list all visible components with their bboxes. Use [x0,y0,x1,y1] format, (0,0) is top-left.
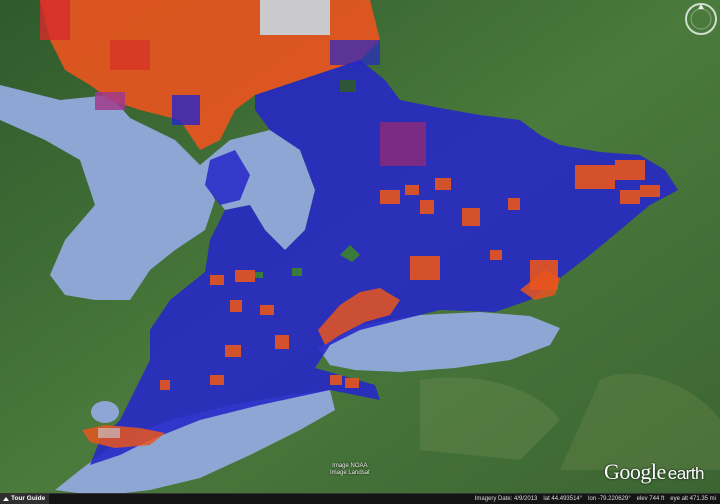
data-overlay-blue [330,40,380,65]
map-viewport[interactable]: Image NOAA Image Landsat Google earth Tou… [0,0,720,504]
tour-guide-button[interactable]: Tour Guide [0,494,50,504]
overlay-null-region [98,428,120,438]
credit-line: Image Landsat [330,470,370,476]
data-overlay-green [340,80,356,92]
logo-word-google: Google [604,459,666,484]
status-fields: Imagery Date: 4/9/2013 lat 44.493514° lo… [475,494,716,504]
tour-guide-label: Tour Guide [11,495,46,502]
lake-st-clair [91,401,119,423]
data-overlay-green [255,272,263,278]
elevation-readout: elev 744 ft [636,496,665,502]
logo-word-earth: earth [667,464,705,483]
data-overlay-purple [95,92,125,110]
google-earth-logo: Google earth [604,459,705,485]
latitude-readout: lat 44.493514° [543,496,583,502]
data-overlay-red [110,40,150,70]
data-overlay-blue [172,95,200,125]
eye-altitude-readout: eye alt 471.35 mi [670,496,716,502]
imagery-credits: Image NOAA Image Landsat [330,463,370,477]
data-overlay-purple [380,122,426,166]
chevron-up-icon [3,497,9,501]
data-overlay-green [292,268,302,276]
earth-map[interactable] [0,0,720,504]
credit-line: Image NOAA [332,463,368,469]
imagery-date: Imagery Date: 4/9/2013 [474,496,538,502]
data-overlay-red [40,0,70,40]
overlay-null-region [260,0,330,35]
status-bar: Tour Guide Imagery Date: 4/9/2013 lat 44… [0,493,720,504]
longitude-readout: lon -79.220629° [588,496,631,502]
